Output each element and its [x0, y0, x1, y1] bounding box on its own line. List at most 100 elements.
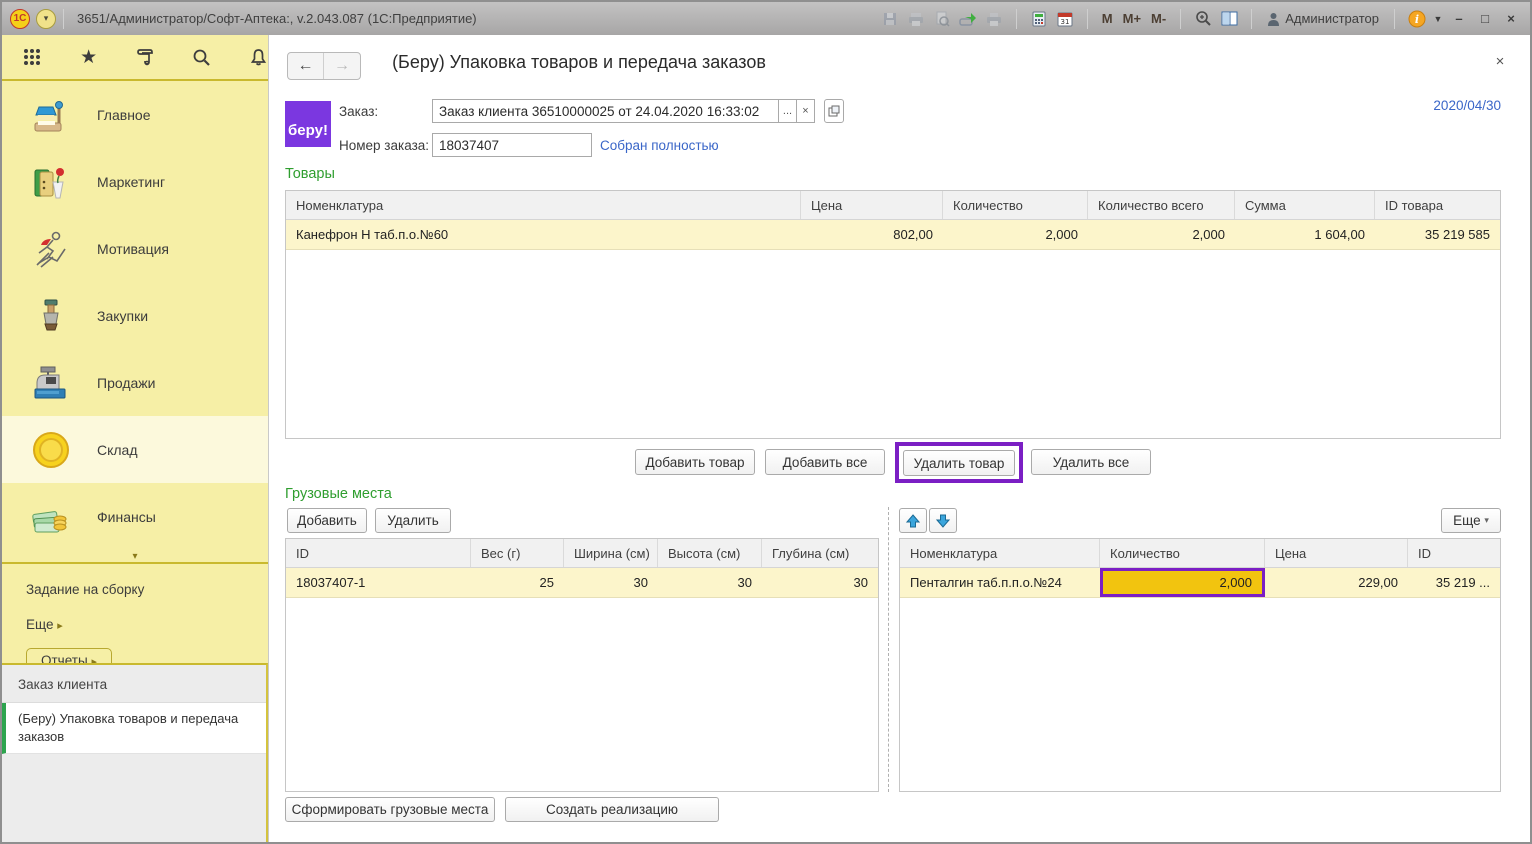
add-all-button[interactable]: Добавить все — [765, 449, 885, 475]
user-icon — [1267, 12, 1280, 26]
sidebar-item-marketing[interactable]: Маркетинг — [2, 148, 268, 215]
print-export-icon[interactable] — [983, 8, 1005, 30]
column-header[interactable]: Количество — [1100, 539, 1265, 567]
calculator-icon[interactable] — [1028, 8, 1050, 30]
cargo-contents-row[interactable]: Пенталгин таб.п.п.о.№24 2,000 229,00 35 … — [900, 568, 1500, 598]
column-header[interactable]: Глубина (см) — [762, 539, 878, 567]
memory-m-plus-button[interactable]: M+ — [1120, 11, 1144, 26]
cell-weight[interactable]: 25 — [471, 568, 564, 597]
maximize-button[interactable]: □ — [1474, 11, 1496, 26]
history-scroll-icon[interactable] — [135, 46, 155, 68]
column-header[interactable]: Количество всего — [1088, 191, 1235, 219]
sidebar-item-sales[interactable]: Продажи — [2, 349, 268, 416]
cargo-places-row[interactable]: 18037407-1 25 30 30 30 — [286, 568, 878, 598]
sidebar-scroll-down-icon[interactable]: ▾ — [2, 550, 268, 562]
move-up-button[interactable] — [899, 508, 927, 533]
sidebar-item-label: Финансы — [97, 509, 156, 525]
remove-product-button[interactable]: Удалить товар — [903, 450, 1015, 476]
preview-icon[interactable] — [931, 8, 953, 30]
order-input[interactable] — [432, 99, 779, 123]
cell-nomenclature[interactable]: Пенталгин таб.п.п.о.№24 — [900, 568, 1100, 597]
create-sale-button[interactable]: Создать реализацию — [505, 797, 719, 822]
main-menu-dropdown-icon[interactable]: ▾ — [36, 9, 56, 29]
cell-height[interactable]: 30 — [658, 568, 762, 597]
sidebar-item-purchases[interactable]: Закупки — [2, 282, 268, 349]
split-window-icon[interactable] — [1218, 8, 1240, 30]
cargo-remove-button[interactable]: Удалить — [375, 508, 451, 533]
cell-width[interactable]: 30 — [564, 568, 658, 597]
nav-back-button[interactable]: ← — [288, 53, 324, 79]
divider — [1394, 9, 1395, 29]
column-header[interactable]: Сумма — [1235, 191, 1375, 219]
sidebar-item-warehouse[interactable]: Склад — [2, 416, 268, 483]
minimize-button[interactable]: – — [1448, 11, 1470, 26]
cell-depth[interactable]: 30 — [762, 568, 878, 597]
column-header[interactable]: ID — [1408, 539, 1500, 567]
calendar-icon[interactable]: 31 — [1054, 8, 1076, 30]
cell-qty[interactable]: 2,000 — [943, 220, 1088, 249]
sidebar-item-main[interactable]: Главное — [2, 81, 268, 148]
open-windows-header: Заказ клиента — [2, 665, 266, 703]
cell-product-id[interactable]: 35 219 585 — [1375, 220, 1500, 249]
remove-all-button[interactable]: Удалить все — [1031, 449, 1151, 475]
user-name: Администратор — [1285, 11, 1379, 26]
column-header[interactable]: Цена — [1265, 539, 1408, 567]
coin-icon — [28, 427, 74, 473]
cell-qty-total[interactable]: 2,000 — [1088, 220, 1235, 249]
sections-menu-icon[interactable] — [22, 46, 42, 68]
current-user[interactable]: Администратор — [1263, 11, 1383, 26]
zoom-icon[interactable] — [1192, 8, 1214, 30]
print-icon[interactable] — [905, 8, 927, 30]
cell-product-id[interactable]: 35 219 ... — [1408, 568, 1500, 597]
command-assembly-task[interactable]: Задание на сборку — [26, 582, 268, 597]
memory-m-button[interactable]: M — [1099, 11, 1116, 26]
sidebar: ★ Главное Маркетинг Мотивация Закупки Пр… — [2, 35, 269, 842]
order-open-icon[interactable] — [824, 99, 844, 123]
move-down-button[interactable] — [929, 508, 957, 533]
add-product-button[interactable]: Добавить товар — [635, 449, 755, 475]
memory-m-minus-button[interactable]: M- — [1148, 11, 1169, 26]
sync-link-icon[interactable] — [957, 8, 979, 30]
divider — [1016, 9, 1017, 29]
column-header[interactable]: Вес (г) — [471, 539, 564, 567]
order-choose-button[interactable]: ... — [779, 99, 797, 123]
date-link[interactable]: 2020/04/30 — [1399, 98, 1501, 113]
generate-cargo-places-button[interactable]: Сформировать грузовые места — [285, 797, 495, 822]
info-caret-icon[interactable]: ▼ — [1432, 8, 1444, 30]
goods-table-header: Номенклатура Цена Количество Количество … — [286, 191, 1500, 220]
column-header[interactable]: Номенклатура — [286, 191, 801, 219]
goods-table-row[interactable]: Канефрон Н таб.п.о.№60 802,00 2,000 2,00… — [286, 220, 1500, 250]
sidebar-item-motivation[interactable]: Мотивация — [2, 215, 268, 282]
assembled-status-link[interactable]: Собран полностью — [600, 138, 719, 153]
column-header[interactable]: ID товара — [1375, 191, 1500, 219]
favorites-star-icon[interactable]: ★ — [79, 46, 98, 68]
search-icon[interactable] — [192, 46, 211, 68]
column-header[interactable]: Цена — [801, 191, 943, 219]
column-header[interactable]: Количество — [943, 191, 1088, 219]
info-icon[interactable]: i — [1406, 8, 1428, 30]
more-button[interactable]: Еще ▾ — [1441, 508, 1501, 533]
sidebar-item-finance[interactable]: Финансы — [2, 483, 268, 550]
cargo-add-button[interactable]: Добавить — [287, 508, 367, 533]
svg-text:31: 31 — [1060, 18, 1069, 26]
column-header[interactable]: Высота (см) — [658, 539, 762, 567]
form-close-icon[interactable]: × — [1491, 53, 1509, 71]
cell-price[interactable]: 802,00 — [801, 220, 943, 249]
cell-qty-highlighted[interactable]: 2,000 — [1100, 568, 1265, 597]
notifications-bell-icon[interactable] — [249, 46, 268, 68]
open-window-item[interactable]: (Беру) Упаковка товаров и передача заказ… — [2, 703, 266, 754]
column-header[interactable]: Номенклатура — [900, 539, 1100, 567]
close-window-button[interactable]: × — [1500, 11, 1522, 26]
cell-place-id[interactable]: 18037407-1 — [286, 568, 471, 597]
chevron-right-icon: ▸ — [57, 620, 63, 632]
column-header[interactable]: Ширина (см) — [564, 539, 658, 567]
column-header[interactable]: ID — [286, 539, 471, 567]
panel-splitter[interactable] — [888, 507, 889, 792]
order-number-input[interactable] — [432, 133, 592, 157]
order-clear-button[interactable]: × — [797, 99, 815, 123]
command-more[interactable]: Еще ▸ — [26, 617, 268, 632]
cell-sum[interactable]: 1 604,00 — [1235, 220, 1375, 249]
save-icon[interactable] — [879, 8, 901, 30]
cell-price[interactable]: 229,00 — [1265, 568, 1408, 597]
cell-nomenclature[interactable]: Канефрон Н таб.п.о.№60 — [286, 220, 801, 249]
